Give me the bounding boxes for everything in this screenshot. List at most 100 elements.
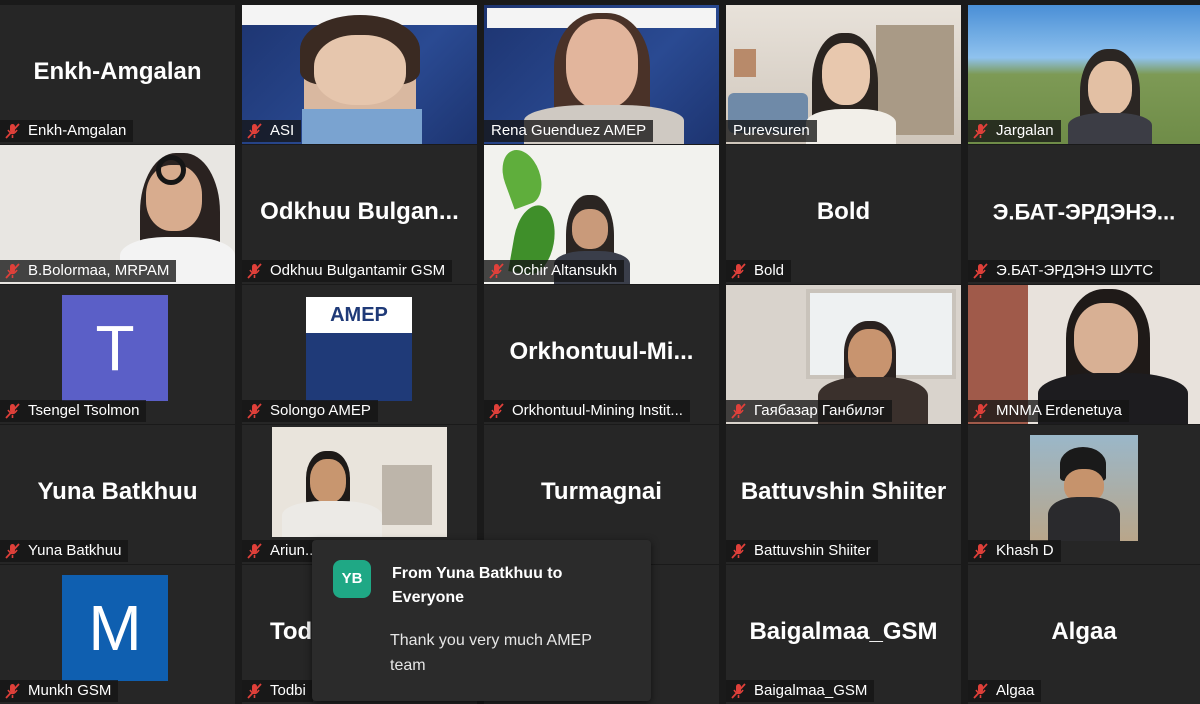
participant-name-display: Turmagnai xyxy=(541,477,662,505)
muted-mic-icon xyxy=(244,542,266,560)
muted-mic-icon xyxy=(244,682,266,700)
participant-name-display: Algaa xyxy=(1051,617,1117,645)
participant-label-text: Enkh-Amgalan xyxy=(28,122,127,139)
participant-label: Solongo AMEP xyxy=(242,400,378,422)
participant-name-display: Yuna Batkhuu xyxy=(37,477,198,505)
muted-mic-icon xyxy=(486,262,508,280)
muted-mic-icon xyxy=(728,402,750,420)
participant-tile[interactable]: Khash D xyxy=(968,425,1200,564)
participant-label: Purevsuren xyxy=(726,120,817,142)
muted-mic-icon xyxy=(2,402,24,420)
participant-label-text: ASI xyxy=(270,122,295,139)
participant-label: Todbi xyxy=(242,680,313,702)
participant-tile[interactable]: AMEP Solongo AMEP xyxy=(242,285,477,424)
participant-label-text: Munkh GSM xyxy=(28,682,112,699)
muted-mic-icon xyxy=(2,682,24,700)
muted-mic-icon xyxy=(486,402,508,420)
participant-label: Munkh GSM xyxy=(0,680,119,702)
participant-label-text: Solongo AMEP xyxy=(270,402,371,419)
participant-name-display: Enkh-Amgalan xyxy=(33,57,202,85)
muted-mic-icon xyxy=(970,542,992,560)
participant-tile[interactable]: Odkhuu Bulgan... Odkhuu Bulgantamir GSM xyxy=(242,145,477,284)
participant-tile[interactable]: T Tsengel Tsolmon xyxy=(0,285,235,424)
participant-label-text: Jargalan xyxy=(996,122,1054,139)
participant-label: ASI xyxy=(242,120,302,142)
muted-mic-icon xyxy=(728,682,750,700)
participant-tile[interactable]: Э.БАТ-ЭРДЭНЭ... Э.БАТ-ЭРДЭНЭ ШУТС xyxy=(968,145,1200,284)
participant-label: Khash D xyxy=(968,540,1061,562)
participant-tile[interactable]: Jargalan xyxy=(968,5,1200,144)
participant-label: Э.БАТ-ЭРДЭНЭ ШУТС xyxy=(968,260,1161,282)
active-speaker-tile[interactable]: Rena Guenduez AMEP xyxy=(484,5,719,144)
participant-label-text: Todbi xyxy=(270,682,306,699)
participant-label: Yuna Batkhuu xyxy=(0,540,129,562)
muted-mic-icon xyxy=(2,262,24,280)
profile-avatar: T xyxy=(62,295,168,401)
participant-label: Tsengel Tsolmon xyxy=(0,400,147,422)
participant-tile[interactable]: Algaa Algaa xyxy=(968,565,1200,704)
participant-tile[interactable]: Baigalmaa_GSM Baigalmaa_GSM xyxy=(726,565,961,704)
participant-tile[interactable]: Гаябазар Ганбилэг xyxy=(726,285,961,424)
participant-label-text: Ariun... xyxy=(270,542,318,559)
muted-mic-icon xyxy=(244,122,266,140)
participant-label: Enkh-Amgalan xyxy=(0,120,134,142)
participant-tile[interactable]: Purevsuren xyxy=(726,5,961,144)
participant-label-text: Algaa xyxy=(996,682,1035,699)
participant-label-text: Battuvshin Shiiter xyxy=(754,542,871,559)
participant-tile[interactable]: Bold Bold xyxy=(726,145,961,284)
participant-tile[interactable]: B.Bolormaa, MRPAM xyxy=(0,145,235,284)
participant-tile[interactable]: Orkhontuul-Mi... Orkhontuul-Mining Insti… xyxy=(484,285,719,424)
participant-name-display: Baigalmaa_GSM xyxy=(749,617,938,645)
participant-label-text: Rena Guenduez AMEP xyxy=(491,122,647,139)
muted-mic-icon xyxy=(728,542,750,560)
muted-mic-icon xyxy=(2,542,24,560)
participant-label-text: Purevsuren xyxy=(733,122,810,139)
participant-label-text: Tsengel Tsolmon xyxy=(28,402,140,419)
participant-tile[interactable]: Enkh-Amgalan Enkh-Amgalan xyxy=(0,5,235,144)
muted-mic-icon xyxy=(970,402,992,420)
participant-tile[interactable]: Yuna Batkhuu Yuna Batkhuu xyxy=(0,425,235,564)
participant-label-text: B.Bolormaa, MRPAM xyxy=(28,262,170,279)
amep-logo: AMEP xyxy=(306,297,412,401)
participant-tile[interactable]: MNMA Erdenetuya xyxy=(968,285,1200,424)
participant-tile[interactable]: Battuvshin Shiiter Battuvshin Shiiter xyxy=(726,425,961,564)
participant-name-display: Orkhontuul-Mi... xyxy=(509,337,694,365)
participant-label-text: Э.БАТ-ЭРДЭНЭ ШУТС xyxy=(996,262,1154,279)
participant-label: B.Bolormaa, MRPAM xyxy=(0,260,177,282)
participant-label-text: Orkhontuul-Mining Instit... xyxy=(512,402,683,419)
participant-label: Orkhontuul-Mining Instit... xyxy=(484,400,690,422)
participant-tile[interactable]: M Munkh GSM xyxy=(0,565,235,704)
participant-label-text: Odkhuu Bulgantamir GSM xyxy=(270,262,446,279)
participant-label-text: MNMA Erdenetuya xyxy=(996,402,1122,419)
chat-notification[interactable]: YB From Yuna Batkhuu to Everyone Thank y… xyxy=(312,540,651,701)
participant-label-text: Гаябазар Ганбилэг xyxy=(754,402,885,419)
participant-name-display: Bold xyxy=(816,197,871,225)
participant-label-text: Ochir Altansukh xyxy=(512,262,618,279)
profile-avatar: M xyxy=(62,575,168,681)
muted-mic-icon xyxy=(244,402,266,420)
chat-message: Thank you very much AMEP team xyxy=(390,632,592,674)
participant-label: Rena Guenduez AMEP xyxy=(484,120,654,142)
muted-mic-icon xyxy=(244,262,266,280)
participant-label: Odkhuu Bulgantamir GSM xyxy=(242,260,453,282)
muted-mic-icon xyxy=(970,122,992,140)
chat-sender: From Yuna Batkhuu to Everyone xyxy=(392,565,563,606)
participant-label: Jargalan xyxy=(968,120,1061,142)
participant-label: Algaa xyxy=(968,680,1042,702)
participant-name-display: Odkhuu Bulgan... xyxy=(260,197,459,225)
participant-name-display: Э.БАТ-ЭРДЭНЭ... xyxy=(992,198,1176,224)
participant-label-text: Khash D xyxy=(996,542,1054,559)
participant-label-text: Bold xyxy=(754,262,785,279)
participant-label-text: Yuna Batkhuu xyxy=(28,542,122,559)
muted-mic-icon xyxy=(970,262,992,280)
participant-name-display: Battuvshin Shiiter xyxy=(740,477,947,505)
participant-tile[interactable]: Ochir Altansukh xyxy=(484,145,719,284)
participant-label: Гаябазар Ганбилэг xyxy=(726,400,892,422)
participant-label: Bold xyxy=(726,260,792,282)
participant-label: Baigalmaa_GSM xyxy=(726,680,875,702)
muted-mic-icon xyxy=(2,122,24,140)
participant-label: Battuvshin Shiiter xyxy=(726,540,878,562)
participant-tile[interactable]: ASI xyxy=(242,5,477,144)
participant-label: Ochir Altansukh xyxy=(484,260,625,282)
muted-mic-icon xyxy=(728,262,750,280)
